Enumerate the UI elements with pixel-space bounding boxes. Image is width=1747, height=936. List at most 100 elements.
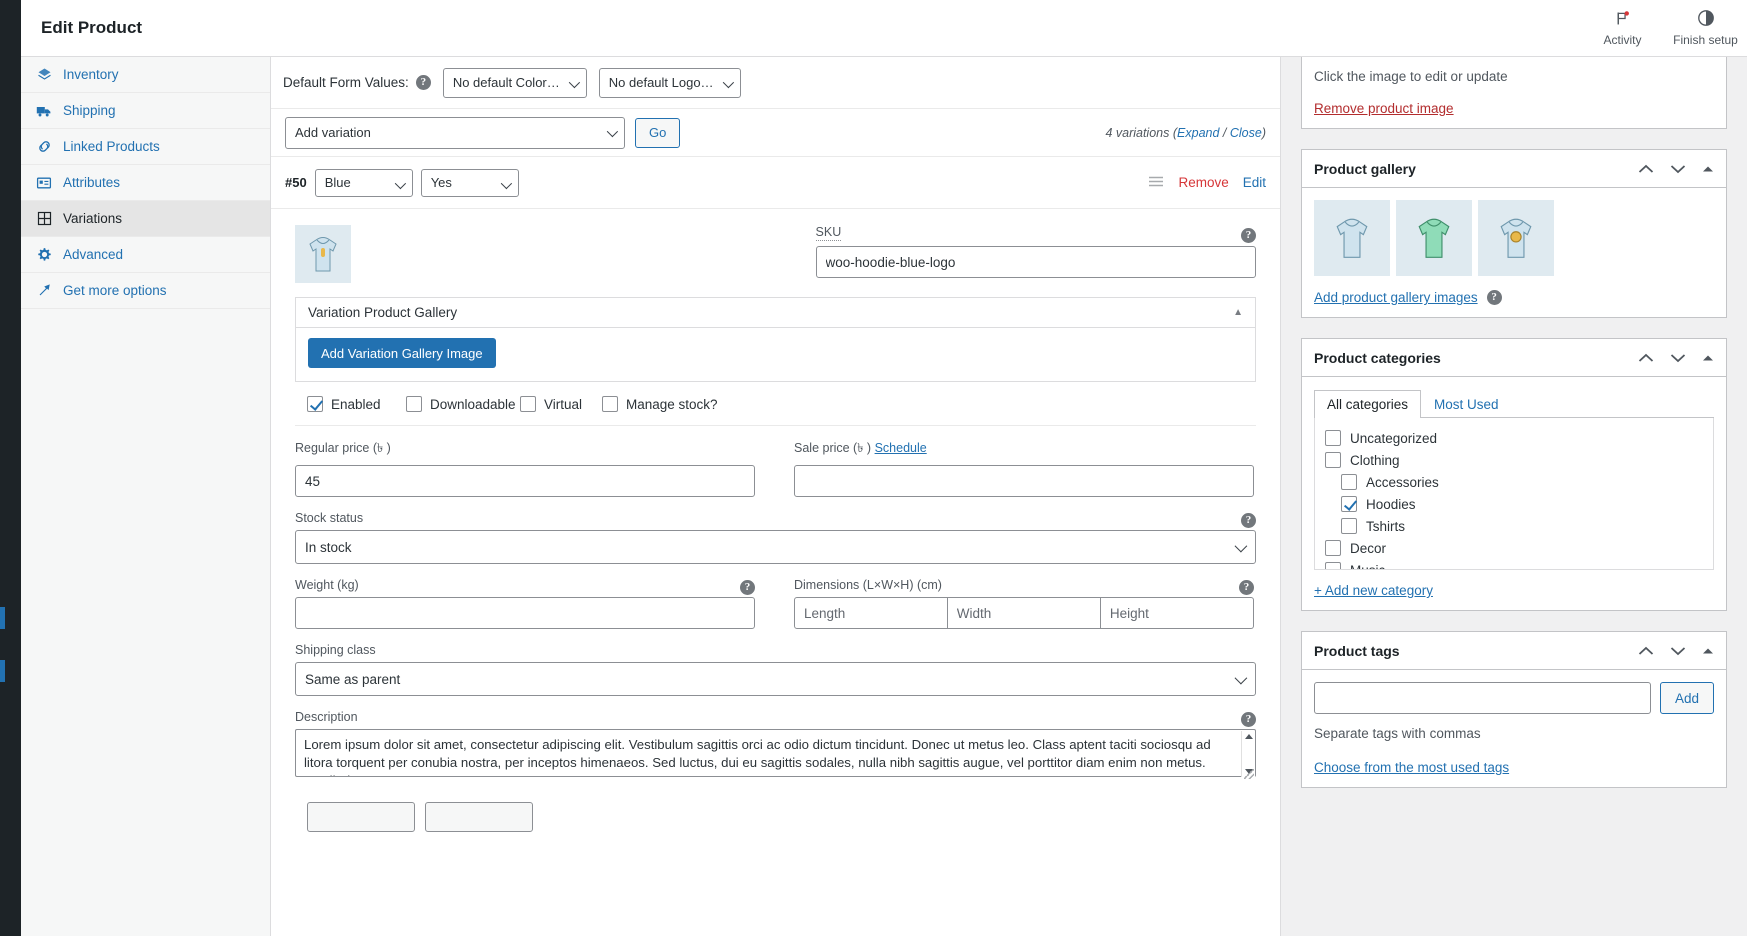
sku-input[interactable] [815,246,1256,278]
regular-price-input[interactable] [295,465,755,497]
width-input[interactable] [947,597,1101,629]
sidebar-item-get-more-options[interactable]: Get more options [21,273,270,309]
downloadable-checkbox[interactable]: Downloadable [406,396,520,412]
category-label: Accessories [1366,474,1439,490]
default-logo-select[interactable]: No default Logo… [598,67,741,98]
description-textarea[interactable]: Lorem ipsum dolor sit amet, consectetur … [295,729,1256,777]
footer-button-primary[interactable] [307,802,415,832]
shipping-class-value: Same as parent [305,671,401,687]
category-checklist[interactable]: Uncategorized Clothing Accessories Hoodi… [1314,418,1714,570]
move-down-icon[interactable] [1670,646,1686,656]
default-color-select[interactable]: No default Color… [442,67,587,98]
price-row: Regular price (৳ ) Sale price (৳ ) Sched… [295,426,1256,497]
add-new-category-link[interactable]: + Add new category [1314,583,1433,598]
weight-input[interactable] [295,597,755,629]
choose-most-used-tags-link[interactable]: Choose from the most used tags [1314,760,1509,775]
dimensions-label-row: Dimensions (L×W×H) (cm) ? [794,578,1254,597]
drag-handle-icon[interactable] [1148,175,1164,190]
sidebar-item-inventory[interactable]: Inventory [21,57,270,93]
enabled-checkbox[interactable]: Enabled [307,396,406,412]
add-product-gallery-images-link[interactable]: Add product gallery images [1314,290,1478,305]
sidebar-item-advanced[interactable]: Advanced [21,237,270,273]
sku-block: SKU ? [815,225,1256,283]
variation-image-thumbnail[interactable] [295,225,351,283]
help-icon[interactable]: ? [415,75,431,90]
variation-color-select[interactable]: Blue [314,168,413,197]
admin-menu-rail [0,0,21,936]
schedule-link[interactable]: Schedule [875,441,927,455]
scroll-up-icon[interactable] [1244,734,1253,739]
sidebar-item-variations[interactable]: Variations [21,201,270,237]
move-down-icon[interactable] [1670,353,1686,363]
sale-price-label-row: Sale price (৳ ) Schedule [794,440,1254,460]
category-clothing[interactable]: Clothing [1325,449,1703,471]
move-up-icon[interactable] [1638,353,1654,363]
tab-all-categories[interactable]: All categories [1314,390,1422,418]
remove-variation-link[interactable]: Remove [1178,175,1228,190]
move-down-icon[interactable] [1670,164,1686,174]
tag-input[interactable] [1314,682,1651,714]
truck-icon [35,103,53,119]
move-up-icon[interactable] [1638,164,1654,174]
edit-variation-link[interactable]: Edit [1243,175,1266,190]
category-hoodies[interactable]: Hoodies [1325,493,1703,515]
help-icon[interactable]: ? [1241,228,1256,243]
variations-panel: Default Form Values: ? No default Color…… [271,57,1281,936]
product-categories-box: Product categories All categories Most U… [1301,338,1727,611]
gallery-thumb-blue[interactable] [1314,200,1390,276]
category-decor[interactable]: Decor [1325,537,1703,559]
expand-link[interactable]: Expand [1177,126,1219,140]
toggle-panel-icon[interactable] [1702,647,1714,655]
toggle-panel-icon[interactable] [1702,165,1714,173]
variation-logo-select[interactable]: Yes [420,168,519,197]
close-link[interactable]: Close [1230,126,1262,140]
length-input[interactable] [794,597,948,629]
manage-stock-checkbox[interactable]: Manage stock? [602,396,718,412]
help-icon[interactable]: ? [1241,712,1256,727]
height-input[interactable] [1100,597,1254,629]
sidebar-item-linked-products[interactable]: Linked Products [21,129,270,165]
help-icon[interactable]: ? [1241,513,1256,528]
checkbox-box [1341,474,1357,490]
chevron-up-icon[interactable]: ▲ [1233,307,1243,318]
gallery-thumb-green[interactable] [1396,200,1472,276]
add-variation-row: Add variation Go 4 variations (Expand / … [271,109,1280,157]
dimensions-inputs [794,597,1254,629]
help-icon[interactable]: ? [1239,580,1254,595]
sale-price-field: Sale price (৳ ) Schedule [794,440,1254,497]
category-uncategorized[interactable]: Uncategorized [1325,427,1703,449]
remove-product-image-link[interactable]: Remove product image [1314,101,1454,116]
go-button[interactable]: Go [635,117,681,148]
checkbox-box [1325,540,1341,556]
stock-status-select[interactable]: In stock [295,530,1256,564]
textarea-resize-handle[interactable] [1244,769,1254,779]
sale-price-input[interactable] [794,465,1254,497]
sidebar-item-attributes[interactable]: Attributes [21,165,270,201]
category-label: Music [1350,562,1386,570]
description-label: Description [295,710,358,724]
add-variation-gallery-image-button[interactable]: Add Variation Gallery Image [308,338,496,368]
category-accessories[interactable]: Accessories [1325,471,1703,493]
category-tshirts[interactable]: Tshirts [1325,515,1703,537]
add-variation-select[interactable]: Add variation [285,116,625,149]
add-tag-button[interactable]: Add [1659,682,1714,714]
gallery-thumb-logo[interactable] [1478,200,1554,276]
category-label: Tshirts [1366,518,1406,534]
finish-setup-button[interactable]: Finish setup [1664,7,1747,47]
move-up-icon[interactable] [1638,646,1654,656]
weight-field: Weight (kg) ? [295,578,755,629]
virtual-checkbox[interactable]: Virtual [520,396,602,412]
sidebar-item-shipping[interactable]: Shipping [21,93,270,129]
activity-button[interactable]: Activity [1581,7,1664,47]
toggle-panel-icon[interactable] [1702,354,1714,362]
help-icon[interactable]: ? [1486,290,1502,305]
page-title: Edit Product [41,18,143,37]
featured-image-body: Click the image to edit or update Remove… [1302,57,1726,128]
shipping-class-select[interactable]: Same as parent [295,662,1256,696]
category-label: Hoodies [1366,496,1416,512]
tab-most-used[interactable]: Most Used [1421,390,1512,418]
footer-button-secondary[interactable] [425,802,533,832]
variation-body: SKU ? Variation Product Gallery ▲ Add Va… [271,209,1280,832]
help-icon[interactable]: ? [740,580,755,595]
category-music[interactable]: Music [1325,559,1703,570]
